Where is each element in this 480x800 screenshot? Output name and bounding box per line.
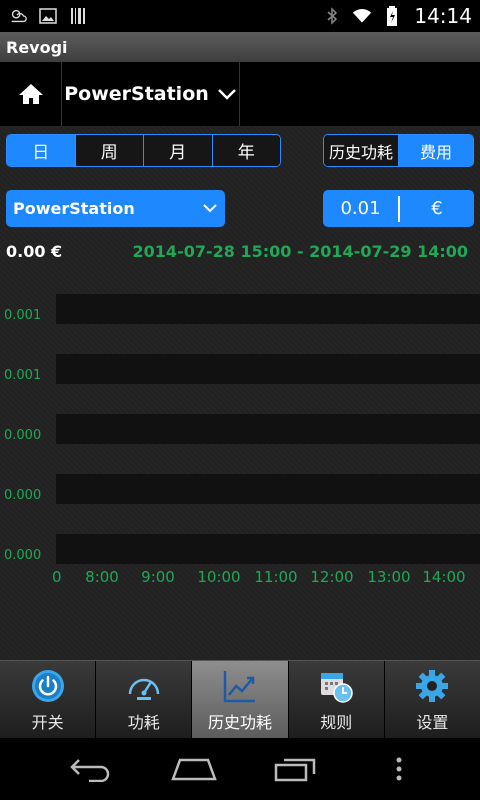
- tab-month[interactable]: 月: [143, 135, 212, 166]
- home-button[interactable]: [0, 62, 62, 126]
- back-button[interactable]: [61, 749, 121, 789]
- x-tick-label: 8:00: [85, 568, 119, 586]
- power-icon: [29, 667, 67, 705]
- y-tick-label: 0.001: [4, 368, 41, 383]
- currency-label[interactable]: €: [400, 198, 474, 219]
- tab-day[interactable]: 日: [7, 135, 75, 166]
- device-dropdown-value: PowerStation: [13, 199, 135, 218]
- clock: 14:14: [414, 4, 472, 28]
- wifi-icon: [352, 6, 372, 26]
- chevron-down-icon: [203, 204, 217, 213]
- chart-band: [56, 294, 480, 324]
- tab-settings[interactable]: 设置: [385, 661, 480, 738]
- device-selector[interactable]: PowerStation: [62, 62, 240, 126]
- tab-history[interactable]: 历史功耗: [192, 661, 289, 738]
- tab-cost[interactable]: 费用: [398, 135, 473, 166]
- tab-week[interactable]: 周: [74, 135, 143, 166]
- chart-band: [56, 534, 480, 564]
- x-tick-label: 10:00: [197, 568, 240, 586]
- status-bar: 14:14: [0, 0, 480, 32]
- chart-band: [56, 414, 480, 444]
- barcode-icon: [68, 6, 88, 26]
- y-tick-label: 0.000: [4, 428, 41, 443]
- tab-label: 功耗: [127, 712, 160, 732]
- period-selector: 日 周 月 年: [6, 134, 281, 167]
- image-icon: [38, 6, 58, 26]
- price-value[interactable]: 0.01: [323, 198, 398, 219]
- price-input[interactable]: 0.01 €: [323, 190, 474, 227]
- x-tick-label: 14:00: [422, 568, 465, 586]
- x-tick-label: 13:00: [367, 568, 410, 586]
- tab-label: 规则: [320, 712, 353, 732]
- chart-band: [56, 354, 480, 384]
- back-icon: [70, 759, 110, 782]
- overflow-menu-button[interactable]: [369, 749, 429, 789]
- home-nav-button[interactable]: [164, 749, 224, 789]
- system-nav-bar: [0, 738, 480, 800]
- tab-label: 开关: [31, 712, 64, 732]
- calendar-clock-icon: [317, 667, 355, 705]
- tab-switch[interactable]: 开关: [0, 661, 97, 738]
- app-title: Revogi: [6, 37, 68, 57]
- recents-button[interactable]: [266, 749, 326, 789]
- device-name: PowerStation: [64, 83, 209, 105]
- tab-power[interactable]: 功耗: [96, 661, 193, 738]
- home-icon: [18, 84, 43, 104]
- chart-band: [56, 474, 480, 504]
- x-tick-label: 9:00: [141, 568, 175, 586]
- tab-rules[interactable]: 规则: [289, 661, 385, 738]
- toolbar: PowerStation: [0, 62, 480, 126]
- cost-chart: 0.001 0.001 0.000 0.000 0.000 0 8:00 9:00 10:00…: [4, 294, 480, 586]
- y-tick-label: 0.000: [4, 548, 41, 563]
- mode-selector: 历史功耗 费用: [323, 134, 474, 167]
- tab-year[interactable]: 年: [211, 135, 280, 166]
- y-tick-label: 0.001: [4, 308, 41, 323]
- tab-label: 设置: [416, 712, 449, 732]
- tab-history-consumption[interactable]: 历史功耗: [324, 135, 398, 166]
- recents-icon: [275, 758, 316, 782]
- more-vert-icon: [396, 757, 402, 781]
- x-tick-label: 0: [52, 568, 62, 586]
- app-title-bar: Revogi: [0, 32, 480, 62]
- content-area: 日 周 月 年 历史功耗 费用 PowerStation 0.01 € 0.00…: [0, 126, 480, 660]
- tab-label: 历史功耗: [208, 712, 273, 732]
- weather-icon: [8, 6, 28, 26]
- home-nav-icon: [170, 758, 217, 781]
- device-dropdown[interactable]: PowerStation: [6, 190, 225, 227]
- y-tick-label: 0.000: [4, 488, 41, 503]
- total-cost: 0.00 €: [6, 242, 63, 261]
- x-tick-label: 11:00: [254, 568, 297, 586]
- bluetooth-icon: [322, 6, 342, 26]
- chevron-down-icon: [217, 89, 236, 100]
- x-tick-label: 12:00: [310, 568, 353, 586]
- battery-icon: [382, 6, 402, 26]
- speedometer-icon: [125, 667, 163, 705]
- date-range: 2014-07-28 15:00 - 2014-07-29 14:00: [132, 242, 468, 261]
- gear-icon: [413, 667, 451, 705]
- bottom-tab-bar: 开关 功耗 历史功耗 规则 设置: [0, 660, 480, 738]
- line-chart-icon: [221, 667, 259, 705]
